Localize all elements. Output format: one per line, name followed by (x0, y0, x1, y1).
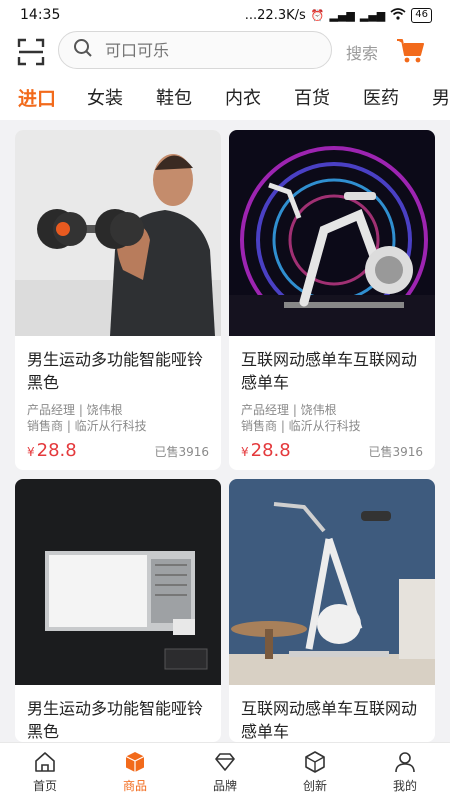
battery-icon: 46 (411, 7, 432, 23)
product-image-bath-heater[interactable] (15, 479, 221, 685)
diamond-icon (215, 753, 235, 771)
product-price: ¥28.8 (27, 440, 77, 461)
nav-mine-label: 我的 (392, 779, 417, 793)
product-title: 男生运动多功能智能哑铃黑色 (27, 350, 204, 392)
product-card[interactable]: 男生运动多功能智能哑铃黑色 产品经理 | 饶伟根 销售商 | 临沂从行科技 ¥2… (15, 130, 221, 470)
product-image-spin-bike[interactable] (229, 130, 435, 336)
search-icon (73, 38, 93, 62)
alarm-icon: ⏰ (310, 8, 325, 22)
product-title: 男生运动多功能智能哑铃黑色 (27, 699, 204, 741)
product-sold-count: 已售3916 (154, 445, 209, 459)
product-image-dumbbell[interactable] (15, 130, 221, 336)
signal-icon-2: ▂▄▆ (359, 8, 386, 22)
nav-home-label: 首页 (32, 779, 57, 793)
category-tab-womens[interactable]: 女装 (87, 84, 156, 110)
product-sold-count: 已售3916 (368, 445, 423, 459)
product-title: 互联网动感单车互联网动感单车 (241, 350, 418, 392)
product-manager: 产品经理 | 饶伟根 (27, 403, 123, 417)
nav-innovation-label: 创新 (302, 779, 327, 793)
product-price: ¥28.8 (241, 440, 291, 461)
product-card[interactable]: 男生运动多功能智能哑铃黑色 (15, 479, 221, 742)
category-tab-mens[interactable]: 男 (432, 84, 450, 110)
nav-products-label: 商品 (122, 779, 147, 793)
category-tab-medicine[interactable]: 医药 (363, 84, 432, 110)
product-price-row: ¥28.8 已售3916 (229, 440, 435, 461)
nav-brands-label: 品牌 (212, 779, 237, 793)
home-icon (35, 752, 55, 772)
category-tab-underwear[interactable]: 内衣 (225, 84, 294, 110)
nav-mine[interactable]: 我的 (360, 743, 450, 800)
bottom-nav: 首页 商品 品牌 创新 我的 (0, 742, 450, 800)
status-icons: ...22.3K/s ⏰ ▂▄▆ ▂▄▆ 46 (244, 7, 432, 23)
wifi-icon (390, 7, 406, 23)
category-tab-imported[interactable]: 进口 (18, 84, 87, 111)
cart-icon[interactable] (396, 36, 424, 64)
product-image-exercise-bike[interactable] (229, 479, 435, 685)
category-tab-general[interactable]: 百货 (294, 84, 363, 110)
nav-home[interactable]: 首页 (0, 743, 90, 800)
search-button[interactable]: 搜索 (346, 40, 378, 64)
product-seller: 销售商 | 临沂从行科技 (27, 419, 147, 433)
search-input[interactable] (105, 40, 305, 60)
nav-products[interactable]: 商品 (90, 743, 180, 800)
box-icon (125, 752, 145, 772)
product-card[interactable]: 互联网动感单车互联网动感单车 (229, 479, 435, 742)
status-bar: 14:35 ...22.3K/s ⏰ ▂▄▆ ▂▄▆ 46 (0, 0, 450, 30)
category-tab-shoes-bags[interactable]: 鞋包 (156, 84, 225, 110)
signal-icon: ▂▄▆ (329, 8, 355, 22)
product-price-row: ¥28.8 已售3916 (15, 440, 221, 461)
scan-icon[interactable] (16, 37, 46, 67)
nav-brands[interactable]: 品牌 (180, 743, 270, 800)
nav-innovation[interactable]: 创新 (270, 743, 360, 800)
cube-icon (305, 751, 325, 773)
search-box[interactable] (58, 31, 332, 69)
product-manager: 产品经理 | 饶伟根 (241, 403, 337, 417)
network-speed: ...22.3K/s (244, 7, 306, 23)
product-title: 互联网动感单车互联网动感单车 (241, 699, 418, 741)
product-grid: 男生运动多功能智能哑铃黑色 产品经理 | 饶伟根 销售商 | 临沂从行科技 ¥2… (15, 130, 435, 742)
search-header: 搜索 (0, 30, 450, 74)
person-icon (395, 752, 415, 773)
status-time: 14:35 (20, 7, 61, 23)
category-tabs: 进口 女装 鞋包 内衣 百货 医药 男 (0, 74, 450, 120)
product-seller: 销售商 | 临沂从行科技 (241, 419, 361, 433)
product-card[interactable]: 互联网动感单车互联网动感单车 产品经理 | 饶伟根 销售商 | 临沂从行科技 ¥… (229, 130, 435, 470)
